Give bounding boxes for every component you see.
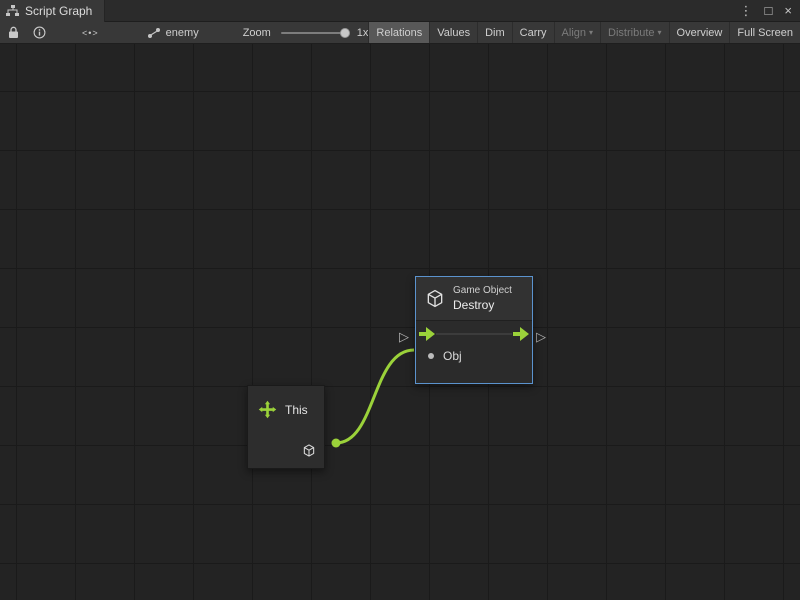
dim-button[interactable]: Dim xyxy=(477,22,512,43)
fullscreen-button-label: Full Screen xyxy=(737,27,793,39)
values-button[interactable]: Values xyxy=(429,22,477,43)
tab-title: Script Graph xyxy=(25,4,92,18)
relations-button[interactable]: Relations xyxy=(368,22,429,43)
window-menu-icon[interactable]: ⋮ xyxy=(740,0,753,22)
code-preview-icon[interactable]: <•> xyxy=(82,28,99,38)
dim-button-label: Dim xyxy=(485,27,505,39)
graph-name: enemy xyxy=(166,27,199,39)
obj-input-label: Obj xyxy=(443,349,462,363)
chevron-down-icon: ▾ xyxy=(658,28,662,37)
game-object-output-port-cube-icon[interactable] xyxy=(302,443,316,458)
distribute-dropdown[interactable]: Distribute ▾ xyxy=(600,22,668,43)
graph-tab-icon xyxy=(6,5,19,17)
script-graph-asset-icon xyxy=(147,27,161,39)
carry-button-label: Carry xyxy=(520,27,547,39)
relations-button-label: Relations xyxy=(376,27,422,39)
node-this[interactable]: This xyxy=(247,385,325,469)
carry-button[interactable]: Carry xyxy=(512,22,554,43)
zoom-slider-knob[interactable] xyxy=(340,28,350,38)
fullscreen-button[interactable]: Full Screen xyxy=(729,22,800,43)
toolbar-buttons: Relations Values Dim Carry Align ▾ Distr… xyxy=(368,22,800,43)
tab-script-graph[interactable]: Script Graph xyxy=(0,0,105,22)
graph-toolbar: <•> enemy Zoom 1x Relations Values xyxy=(0,22,800,44)
control-flow-row xyxy=(416,321,532,347)
node-this-label: This xyxy=(285,403,308,417)
control-output-port-triangle[interactable]: ▷ xyxy=(536,330,546,344)
move-arrows-icon xyxy=(257,399,278,420)
chevron-down-icon: ▾ xyxy=(589,28,593,37)
titlebar: Script Graph ⋮ □ × xyxy=(0,0,800,22)
node-destroy-titles: Game Object Destroy xyxy=(453,285,512,313)
zoom-value: 1x xyxy=(357,27,369,39)
overview-button[interactable]: Overview xyxy=(669,22,730,43)
overview-button-label: Overview xyxy=(677,27,723,39)
maximize-icon[interactable]: □ xyxy=(765,0,773,22)
window-controls: ⋮ □ × xyxy=(740,0,800,22)
node-destroy-name: Destroy xyxy=(453,298,512,313)
script-graph-window: Script Graph ⋮ □ × <•> xyxy=(0,0,800,600)
game-object-cube-icon xyxy=(425,288,445,309)
info-icon[interactable] xyxy=(33,26,46,39)
obj-input-row[interactable]: Obj xyxy=(416,347,532,363)
node-destroy-header: Game Object Destroy xyxy=(416,277,532,321)
breadcrumb[interactable]: enemy xyxy=(147,27,199,39)
zoom-label: Zoom xyxy=(243,27,271,39)
lock-icon[interactable] xyxy=(8,26,19,39)
values-button-label: Values xyxy=(437,27,470,39)
control-flow-arrows xyxy=(416,321,532,347)
obj-input-port-dot[interactable] xyxy=(428,353,434,359)
zoom-slider[interactable] xyxy=(281,32,347,34)
graph-canvas[interactable]: ▷ ▷ This xyxy=(0,44,800,600)
connection-wire xyxy=(0,44,800,600)
align-dropdown-label: Align xyxy=(562,27,586,39)
control-input-port-triangle[interactable]: ▷ xyxy=(399,330,409,344)
align-dropdown[interactable]: Align ▾ xyxy=(554,22,600,43)
node-destroy[interactable]: Game Object Destroy Obj xyxy=(415,276,533,384)
distribute-dropdown-label: Distribute xyxy=(608,27,654,39)
node-this-header: This xyxy=(248,386,324,420)
close-icon[interactable]: × xyxy=(784,0,792,22)
node-destroy-category: Game Object xyxy=(453,285,512,298)
